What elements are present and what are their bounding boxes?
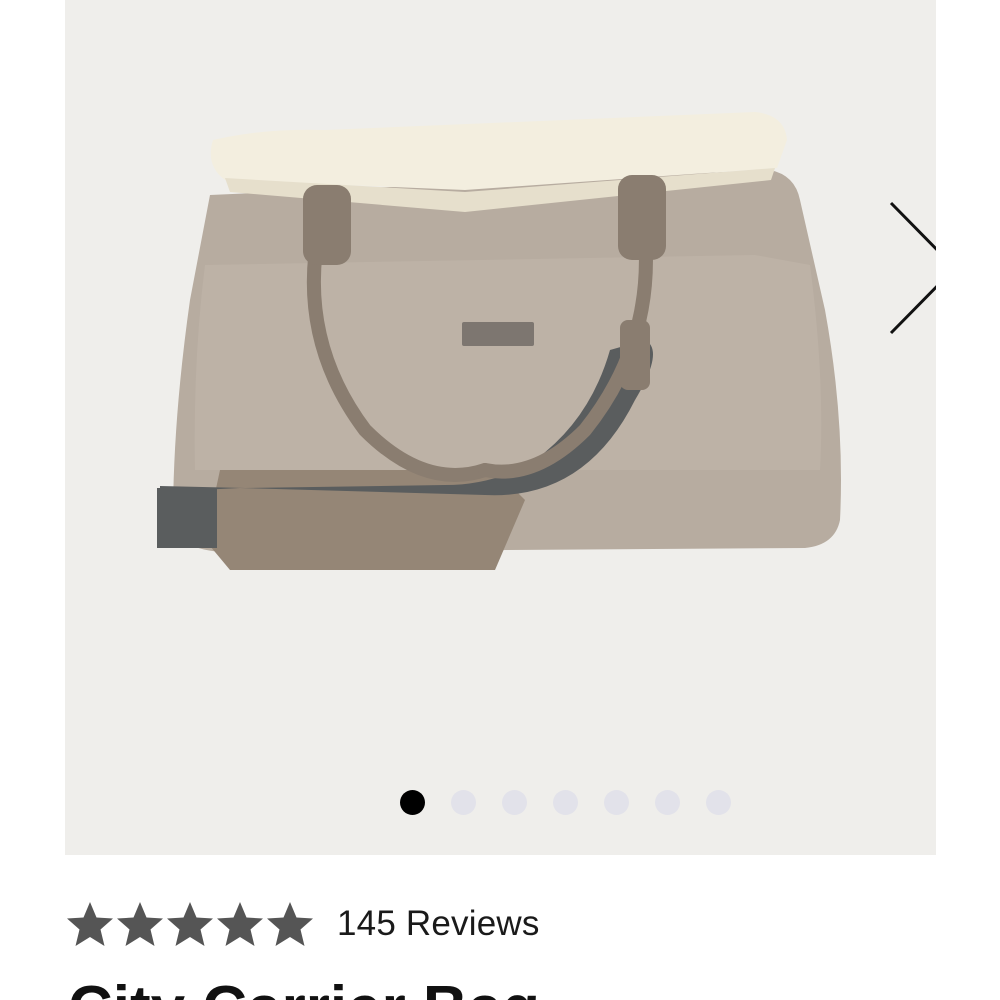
carousel-dot-1[interactable] xyxy=(400,789,425,815)
star-icon xyxy=(217,902,263,946)
carousel-dot-4[interactable] xyxy=(553,789,578,815)
product-image xyxy=(157,112,841,570)
star-icon xyxy=(117,902,163,946)
product-image-gallery[interactable] xyxy=(65,0,936,855)
carousel-dot-5[interactable] xyxy=(604,789,629,815)
rating-row: 145 Reviews xyxy=(65,898,540,950)
star-icon xyxy=(67,902,113,946)
carousel-dot-3[interactable] xyxy=(502,789,527,815)
carousel-dot-2[interactable] xyxy=(451,789,476,815)
star-icon xyxy=(267,902,313,946)
carousel-dot-6[interactable] xyxy=(655,789,680,815)
star-rating xyxy=(65,900,315,948)
star-icon xyxy=(167,902,213,946)
carousel-pagination xyxy=(400,789,757,815)
chevron-right-icon[interactable] xyxy=(883,198,936,338)
product-page: 145 Reviews City Carrier Bag xyxy=(0,0,1000,1000)
carousel-dot-7[interactable] xyxy=(706,789,731,815)
product-title: City Carrier Bag xyxy=(68,978,540,1000)
reviews-link[interactable]: 145 Reviews xyxy=(337,904,540,944)
